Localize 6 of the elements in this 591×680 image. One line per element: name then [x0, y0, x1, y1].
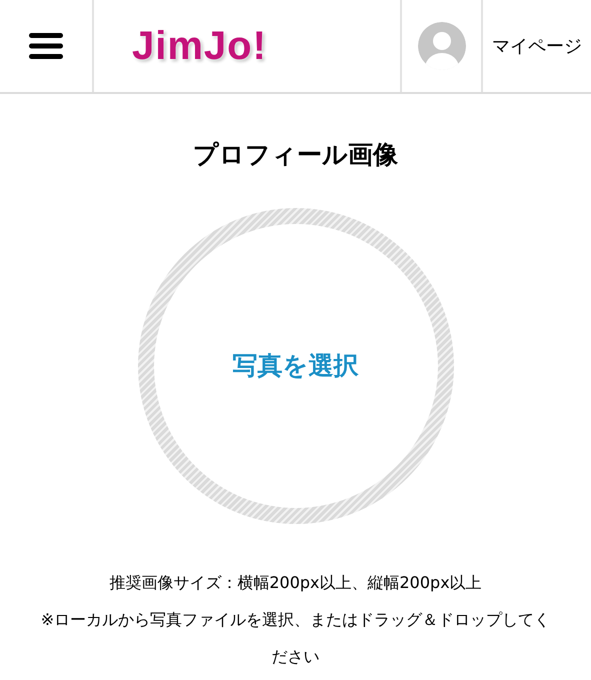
page-title: プロフィール画像 — [192, 139, 399, 171]
note-text: 推奨画像サイズ：横幅200px以上、縦幅200px以上 — [108, 572, 483, 594]
photo-select-button[interactable]: 写真を選択 — [138, 208, 454, 524]
logo[interactable]: JimJo! — [132, 16, 267, 76]
note-text: ※ローカルから写真ファイルを選択、またはドラッグ＆ドロップしてください — [40, 608, 552, 668]
mypage-link[interactable]: マイページ — [492, 32, 582, 60]
